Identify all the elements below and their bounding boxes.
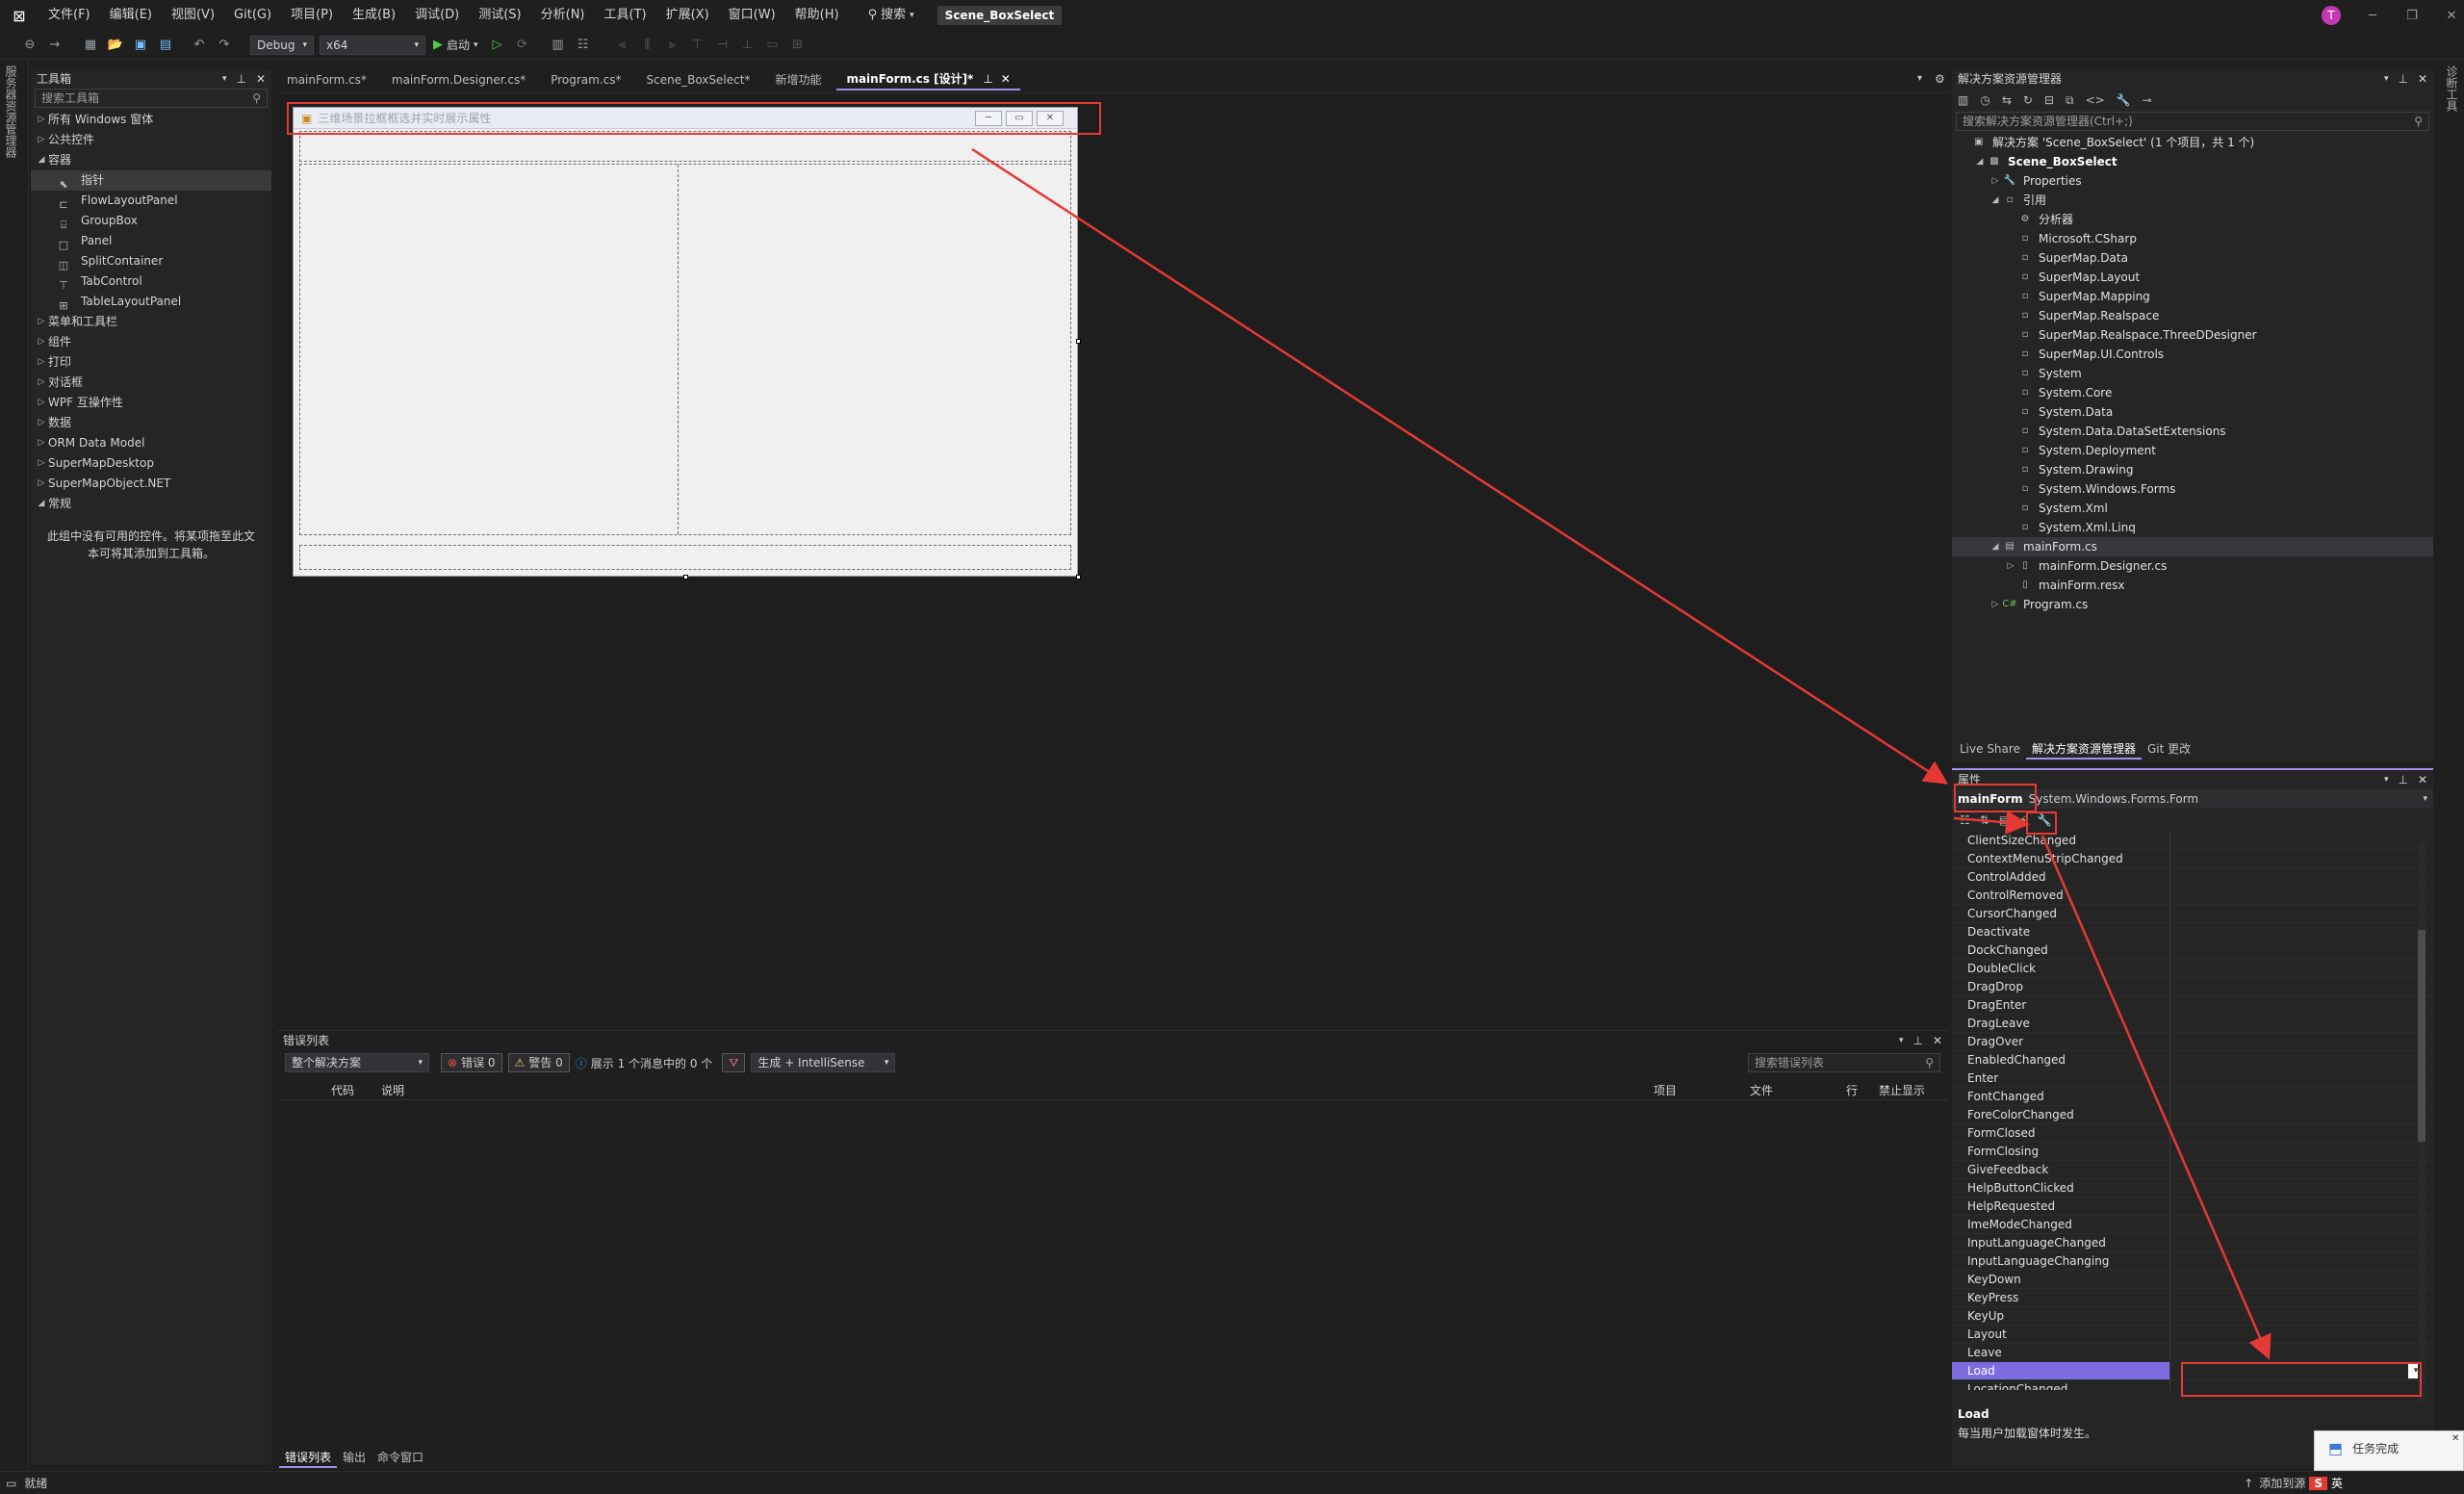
arrow-object-to-events (1953, 810, 2030, 835)
arrow-events-to-load (2040, 835, 2272, 1360)
annotation-arrows (971, 147, 2272, 1360)
arrow-form-to-object (971, 147, 1949, 785)
